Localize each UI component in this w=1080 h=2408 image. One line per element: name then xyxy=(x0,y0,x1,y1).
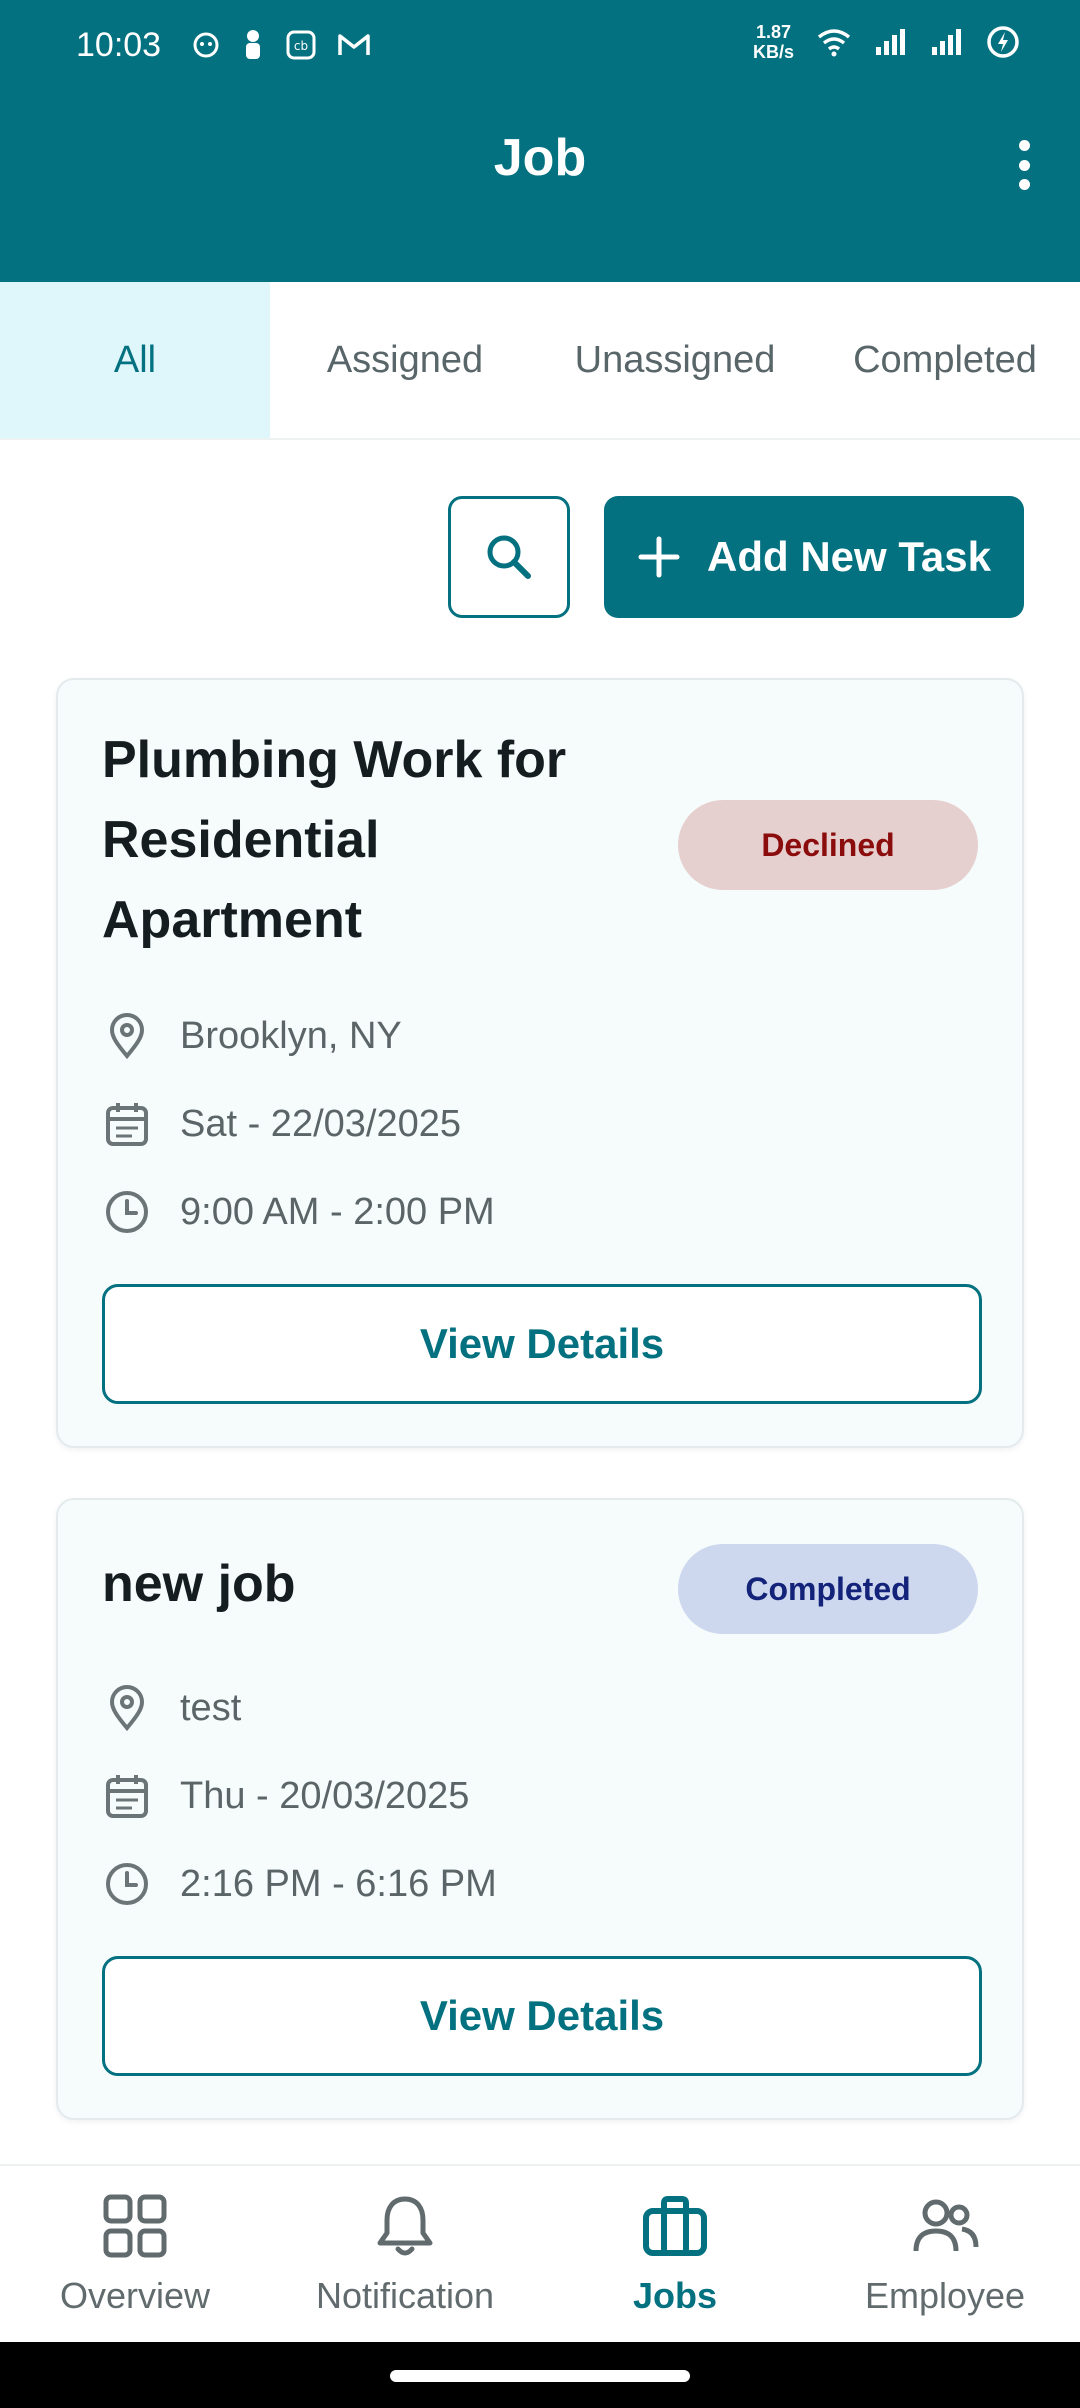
bottom-navigation: Overview Notification Jobs Employee xyxy=(0,2164,1080,2342)
search-icon xyxy=(487,535,531,579)
job-location: Brooklyn, NY xyxy=(102,1006,402,1066)
job-time: 2:16 PM - 6:16 PM xyxy=(102,1854,497,1914)
job-date: Thu - 20/03/2025 xyxy=(102,1766,469,1826)
nav-notification[interactable]: Notification xyxy=(270,2166,540,2342)
location-pin-icon xyxy=(109,1685,145,1732)
calendar-icon xyxy=(106,1775,148,1818)
signal-icon-2 xyxy=(932,29,961,55)
tab-all[interactable]: All xyxy=(0,282,270,438)
page-title: Job xyxy=(493,129,587,187)
bell-icon xyxy=(377,2196,433,2256)
status-badge: Completed xyxy=(678,1544,978,1634)
add-new-task-button[interactable]: Add New Task xyxy=(604,496,1024,618)
tab-assigned[interactable]: Assigned xyxy=(270,282,540,438)
view-details-button[interactable]: View Details xyxy=(102,1956,982,2076)
clock-icon xyxy=(106,1863,148,1905)
person-notification-icon xyxy=(246,30,261,59)
notification-icons: cb xyxy=(191,29,371,61)
job-card: Plumbing Work for Residential Apartment … xyxy=(56,678,1024,1448)
battery-charging-icon xyxy=(987,26,1019,58)
view-details-button[interactable]: View Details xyxy=(102,1284,982,1404)
job-filter-tabs: All Assigned Unassigned Completed xyxy=(0,282,1080,440)
job-location: test xyxy=(102,1678,241,1738)
briefcase-icon xyxy=(643,2196,707,2256)
gmail-icon xyxy=(338,34,370,55)
svg-text:cb: cb xyxy=(294,39,308,53)
add-new-task-label: Add New Task xyxy=(707,533,991,580)
nav-jobs[interactable]: Jobs xyxy=(540,2166,810,2342)
job-title: Plumbing Work for Residential Apartment xyxy=(102,731,567,949)
app-header: 10:03 cb 1.87 KB/s Job xyxy=(0,0,1080,282)
system-navigation-bar xyxy=(0,2342,1080,2408)
tab-completed[interactable]: Completed xyxy=(810,282,1080,438)
face-notification-icon xyxy=(193,32,219,58)
calendar-icon xyxy=(106,1103,148,1146)
status-bar: 10:03 cb 1.87 KB/s xyxy=(0,0,1080,90)
job-card: new job Completed test Thu - 20/03/2025 … xyxy=(56,1498,1024,2120)
plus-icon xyxy=(638,536,680,578)
nav-employee[interactable]: Employee xyxy=(810,2166,1080,2342)
signal-icon xyxy=(876,29,905,55)
search-button[interactable] xyxy=(448,496,570,618)
net-speed: 1.87 KB/s xyxy=(752,22,794,62)
nav-overview[interactable]: Overview xyxy=(0,2166,270,2342)
people-icon xyxy=(913,2199,979,2252)
location-pin-icon xyxy=(109,1013,145,1060)
job-time: 9:00 AM - 2:00 PM xyxy=(102,1182,495,1242)
tab-unassigned[interactable]: Unassigned xyxy=(540,282,810,438)
job-date: Sat - 22/03/2025 xyxy=(102,1094,461,1154)
clock-icon xyxy=(106,1191,148,1233)
wifi-icon xyxy=(817,29,851,57)
job-title: new job xyxy=(102,1555,296,1613)
grid-icon xyxy=(103,2194,167,2258)
more-options-icon[interactable] xyxy=(1004,140,1044,190)
status-badge: Declined xyxy=(678,800,978,890)
home-gesture-handle[interactable] xyxy=(390,2370,690,2382)
status-time: 10:03 xyxy=(76,25,162,64)
app-notification-icon: cb xyxy=(286,30,316,60)
system-status-icons: 1.87 KB/s xyxy=(753,22,1020,62)
